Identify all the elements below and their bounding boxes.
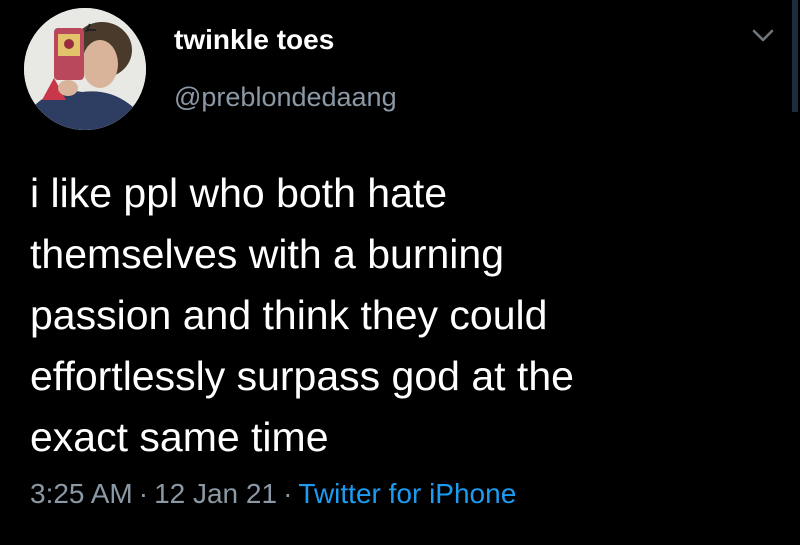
user-handle[interactable]: @preblondedaang — [174, 82, 397, 113]
tweet-source-link[interactable]: Twitter for iPhone — [298, 478, 516, 509]
scroll-indicator — [792, 0, 798, 112]
tweet-text-line: effortlessly surpass god at the — [30, 353, 574, 399]
tweet-text-line: passion and think they could — [30, 292, 548, 338]
chevron-down-icon[interactable] — [751, 27, 775, 45]
tweet-text-line: themselves with a burning — [30, 231, 505, 277]
avatar[interactable] — [24, 8, 146, 130]
tweet-date[interactable]: 12 Jan 21 — [154, 478, 277, 509]
meta-separator: · — [138, 478, 149, 509]
avatar-photo — [24, 8, 146, 130]
tweet-text: i like ppl who both hate themselves with… — [30, 163, 770, 468]
tweet-text-line: i like ppl who both hate — [30, 170, 448, 216]
tweet-time[interactable]: 3:25 AM — [30, 478, 133, 509]
display-name[interactable]: twinkle toes — [174, 24, 334, 56]
tweet-metadata: 3:25 AM · 12 Jan 21 · Twitter for iPhone — [30, 478, 516, 510]
meta-separator: · — [283, 478, 293, 509]
tweet-card: twinkle toes @preblondedaang i like ppl … — [0, 0, 800, 545]
tweet-text-line: exact same time — [30, 414, 329, 460]
